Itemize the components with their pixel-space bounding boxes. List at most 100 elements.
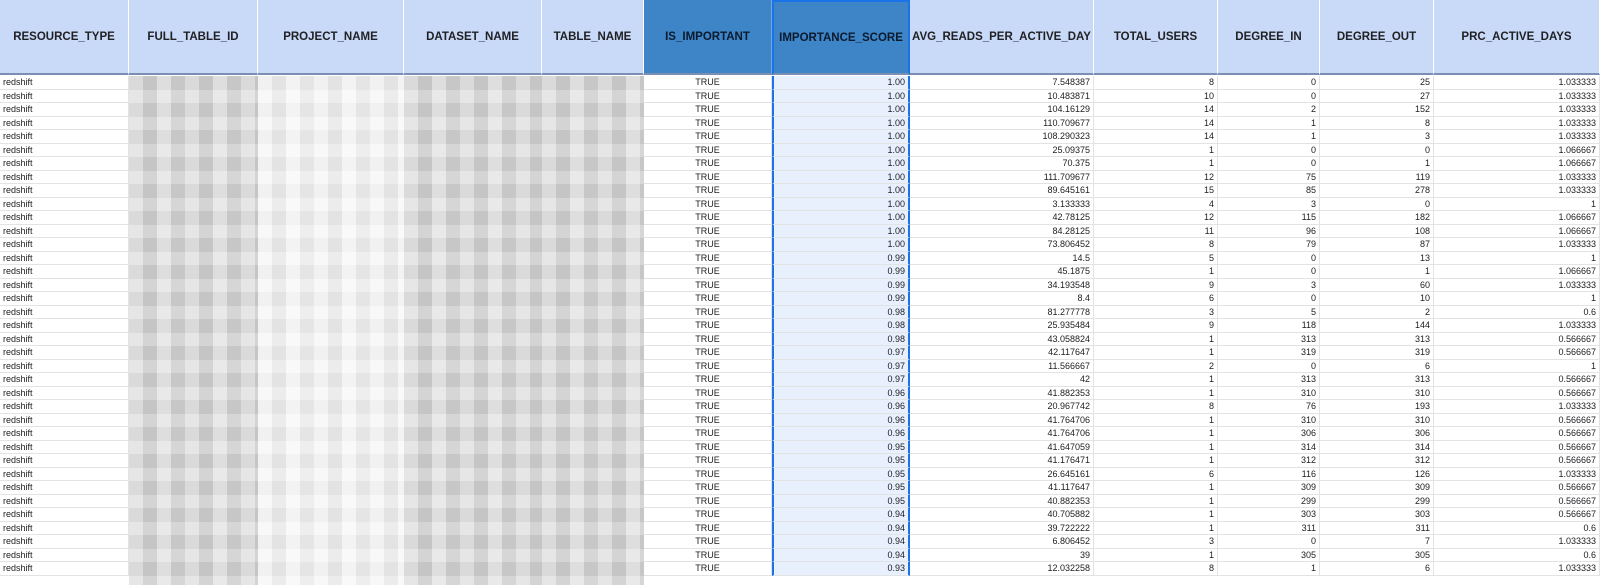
column-header-resource-type[interactable]: RESOURCE_TYPE — [0, 0, 129, 75]
cell-total-users[interactable]: 4 — [1094, 197, 1218, 211]
cell-prc-active-days[interactable]: 1.033333 — [1434, 400, 1600, 414]
cell-degree-in[interactable]: 76 — [1218, 400, 1320, 414]
cell-is-important[interactable]: TRUE — [644, 116, 772, 130]
cell-total-users[interactable]: 1 — [1094, 508, 1218, 522]
cell-importance-score[interactable]: 0.99 — [772, 278, 910, 292]
cell-is-important[interactable]: TRUE — [644, 440, 772, 454]
cell-prc-active-days[interactable]: 0.566667 — [1434, 373, 1600, 387]
cell-degree-in[interactable]: 1 — [1218, 562, 1320, 576]
cell-avg-reads[interactable]: 41.764706 — [910, 427, 1094, 441]
cell-avg-reads[interactable]: 10.483871 — [910, 89, 1094, 103]
cell-degree-out[interactable]: 310 — [1320, 386, 1434, 400]
cell-degree-out[interactable]: 6 — [1320, 359, 1434, 373]
cell-avg-reads[interactable]: 20.967742 — [910, 400, 1094, 414]
cell-importance-score[interactable]: 1.00 — [772, 184, 910, 198]
cell-prc-active-days[interactable]: 0.6 — [1434, 305, 1600, 319]
cell-avg-reads[interactable]: 39 — [910, 548, 1094, 562]
cell-importance-score[interactable]: 1.00 — [772, 76, 910, 90]
cell-total-users[interactable]: 1 — [1094, 373, 1218, 387]
cell-prc-active-days[interactable]: 0.566667 — [1434, 508, 1600, 522]
cell-degree-out[interactable]: 314 — [1320, 440, 1434, 454]
cell-resource-type[interactable]: redshift — [0, 494, 129, 508]
cell-avg-reads[interactable]: 110.709677 — [910, 116, 1094, 130]
cell-resource-type[interactable]: redshift — [0, 319, 129, 333]
cell-avg-reads[interactable]: 89.645161 — [910, 184, 1094, 198]
cell-is-important[interactable]: TRUE — [644, 143, 772, 157]
cell-degree-out[interactable]: 7 — [1320, 535, 1434, 549]
cell-degree-out[interactable]: 152 — [1320, 103, 1434, 117]
cell-degree-out[interactable]: 311 — [1320, 521, 1434, 535]
cell-importance-score[interactable]: 0.95 — [772, 454, 910, 468]
cell-degree-out[interactable]: 193 — [1320, 400, 1434, 414]
cell-degree-in[interactable]: 96 — [1218, 224, 1320, 238]
cell-avg-reads[interactable]: 43.058824 — [910, 332, 1094, 346]
cell-degree-out[interactable]: 313 — [1320, 373, 1434, 387]
cell-importance-score[interactable]: 0.98 — [772, 305, 910, 319]
cell-is-important[interactable]: TRUE — [644, 467, 772, 481]
cell-prc-active-days[interactable]: 1.033333 — [1434, 89, 1600, 103]
cell-prc-active-days[interactable]: 1 — [1434, 251, 1600, 265]
cell-importance-score[interactable]: 0.97 — [772, 359, 910, 373]
cell-prc-active-days[interactable]: 0.566667 — [1434, 427, 1600, 441]
cell-is-important[interactable]: TRUE — [644, 103, 772, 117]
cell-is-important[interactable]: TRUE — [644, 359, 772, 373]
cell-degree-in[interactable]: 85 — [1218, 184, 1320, 198]
cell-prc-active-days[interactable]: 1.033333 — [1434, 103, 1600, 117]
cell-resource-type[interactable]: redshift — [0, 346, 129, 360]
column-header-prc-active-days[interactable]: PRC_ACTIVE_DAYS — [1434, 0, 1600, 75]
cell-prc-active-days[interactable]: 1.066667 — [1434, 211, 1600, 225]
cell-degree-in[interactable]: 1 — [1218, 130, 1320, 144]
cell-degree-out[interactable]: 126 — [1320, 467, 1434, 481]
cell-degree-in[interactable]: 319 — [1218, 346, 1320, 360]
cell-total-users[interactable]: 1 — [1094, 157, 1218, 171]
cell-degree-in[interactable]: 3 — [1218, 197, 1320, 211]
cell-is-important[interactable]: TRUE — [644, 184, 772, 198]
cell-degree-out[interactable]: 60 — [1320, 278, 1434, 292]
cell-degree-in[interactable]: 310 — [1218, 413, 1320, 427]
cell-degree-out[interactable]: 312 — [1320, 454, 1434, 468]
cell-avg-reads[interactable]: 41.882353 — [910, 386, 1094, 400]
cell-is-important[interactable]: TRUE — [644, 170, 772, 184]
cell-importance-score[interactable]: 0.99 — [772, 265, 910, 279]
cell-prc-active-days[interactable]: 1.033333 — [1434, 238, 1600, 252]
cell-importance-score[interactable]: 1.00 — [772, 103, 910, 117]
cell-is-important[interactable]: TRUE — [644, 292, 772, 306]
cell-prc-active-days[interactable]: 1.066667 — [1434, 143, 1600, 157]
cell-importance-score[interactable]: 0.98 — [772, 332, 910, 346]
cell-resource-type[interactable]: redshift — [0, 440, 129, 454]
cell-degree-in[interactable]: 313 — [1218, 373, 1320, 387]
cell-degree-in[interactable]: 305 — [1218, 548, 1320, 562]
cell-resource-type[interactable]: redshift — [0, 197, 129, 211]
cell-degree-out[interactable]: 1 — [1320, 265, 1434, 279]
cell-importance-score[interactable]: 1.00 — [772, 197, 910, 211]
cell-total-users[interactable]: 11 — [1094, 224, 1218, 238]
cell-resource-type[interactable]: redshift — [0, 89, 129, 103]
cell-avg-reads[interactable]: 25.09375 — [910, 143, 1094, 157]
cell-prc-active-days[interactable]: 1.033333 — [1434, 184, 1600, 198]
cell-importance-score[interactable]: 0.97 — [772, 373, 910, 387]
cell-total-users[interactable]: 3 — [1094, 535, 1218, 549]
cell-degree-in[interactable]: 1 — [1218, 116, 1320, 130]
cell-total-users[interactable]: 8 — [1094, 238, 1218, 252]
cell-total-users[interactable]: 10 — [1094, 89, 1218, 103]
cell-is-important[interactable]: TRUE — [644, 278, 772, 292]
cell-degree-out[interactable]: 310 — [1320, 413, 1434, 427]
cell-degree-in[interactable]: 312 — [1218, 454, 1320, 468]
cell-prc-active-days[interactable]: 1.066667 — [1434, 265, 1600, 279]
cell-prc-active-days[interactable]: 0.566667 — [1434, 346, 1600, 360]
cell-degree-in[interactable]: 0 — [1218, 143, 1320, 157]
cell-avg-reads[interactable]: 111.709677 — [910, 170, 1094, 184]
cell-resource-type[interactable]: redshift — [0, 373, 129, 387]
cell-avg-reads[interactable]: 45.1875 — [910, 265, 1094, 279]
cell-importance-score[interactable]: 0.99 — [772, 251, 910, 265]
cell-is-important[interactable]: TRUE — [644, 251, 772, 265]
cell-importance-score[interactable]: 0.95 — [772, 467, 910, 481]
cell-is-important[interactable]: TRUE — [644, 197, 772, 211]
cell-degree-out[interactable]: 108 — [1320, 224, 1434, 238]
cell-total-users[interactable]: 12 — [1094, 211, 1218, 225]
cell-avg-reads[interactable]: 41.117647 — [910, 481, 1094, 495]
cell-total-users[interactable]: 15 — [1094, 184, 1218, 198]
cell-is-important[interactable]: TRUE — [644, 305, 772, 319]
cell-importance-score[interactable]: 0.96 — [772, 413, 910, 427]
cell-degree-in[interactable]: 0 — [1218, 89, 1320, 103]
